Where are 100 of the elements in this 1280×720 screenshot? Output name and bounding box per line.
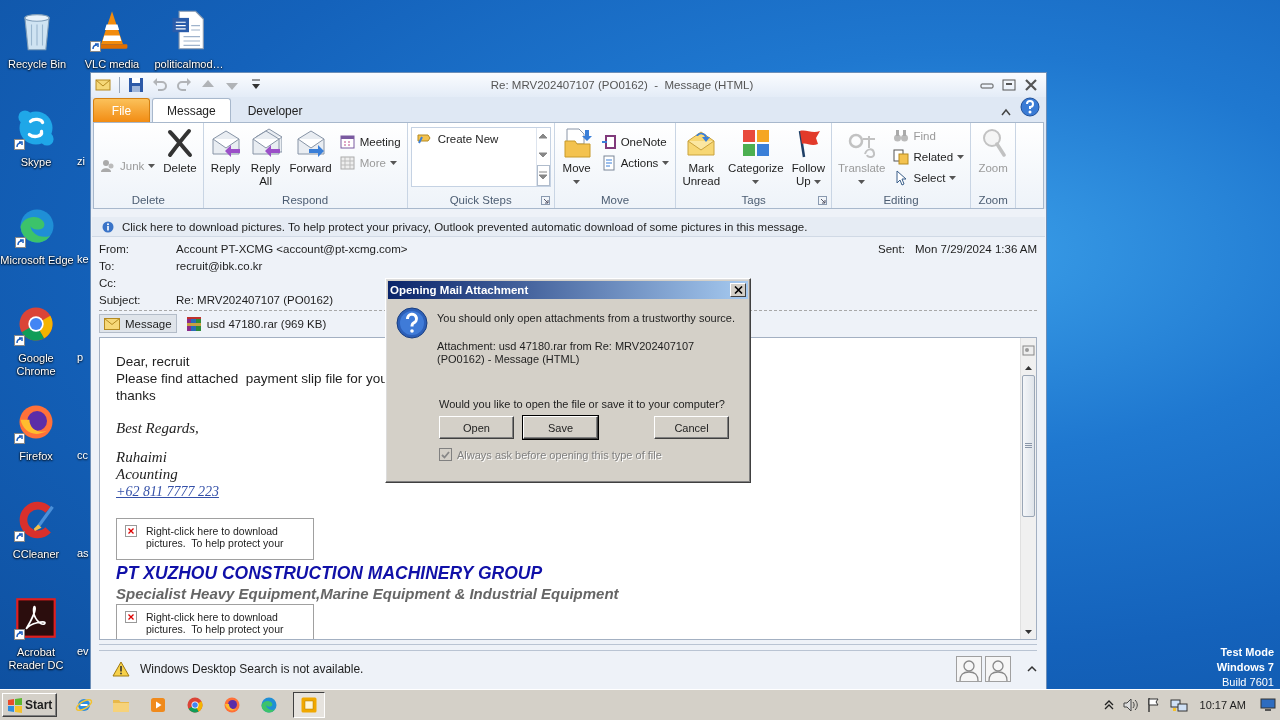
app-icon[interactable] [14,596,58,640]
icon-label[interactable]: Google Chrome [3,352,69,378]
ribbon-button[interactable]: Move [557,125,596,190]
scroll-down-icon [1025,630,1032,634]
group-label: Delete [131,194,165,206]
close-button[interactable] [730,283,746,297]
icon-label[interactable]: ke [77,253,89,266]
group-label: Move [600,194,630,206]
question-icon [396,307,428,339]
icon-label[interactable]: ev [77,645,89,658]
signature-text: Acounting [116,466,178,483]
window-title: Re: MRV202407107 (PO0162) - Message (HTML) [489,79,755,91]
ribbon-button[interactable]: Related [890,148,968,166]
icon-label[interactable]: politicalmod… [154,58,224,71]
reply-all-icon [249,127,282,159]
image-placeholder[interactable]: Right-click here to download pictures. To help protect your [116,604,314,639]
attachment-item[interactable]: usd 47180.rar (969 KB) [180,314,332,333]
notebook-icon [600,133,617,150]
dialog-message: You should only open attachments from a trustworthy source. [437,312,735,324]
ribbon-tab[interactable]: Message [152,98,231,122]
contact-photo[interactable] [956,656,982,682]
document-icon [600,154,617,171]
taskbar-button[interactable] [293,692,326,718]
field-label: To: [99,259,116,272]
field-label: Sent: [878,242,906,255]
checkbox-label: Always ask before opening this type of file [457,448,662,461]
start-button[interactable]: Start [2,693,58,717]
clock[interactable]: 10:17 AM [1199,699,1246,711]
dialog-question: Would you like to open the file or save it to your computer? [439,398,726,410]
icon-label[interactable]: as [77,547,89,560]
company-tagline: Specialist Heavy Equipment,Marine Equipment & Industrial Equipment [116,584,619,604]
icon-label[interactable]: Microsoft Edge [0,254,74,267]
icon-label[interactable]: cc [77,449,88,462]
network-icon[interactable] [1169,697,1188,713]
save-icon[interactable] [128,77,144,93]
ribbon-button[interactable]: Forward [286,125,335,177]
ribbon-button[interactable]: OneNote [597,132,673,151]
envelope-icon [104,317,120,330]
flag-icon[interactable] [1145,697,1162,713]
scroll-thumb[interactable] [1022,375,1035,517]
group-label: Zoom [978,194,1008,206]
archive-icon [185,315,202,332]
dialog-button[interactable]: Save [523,416,598,439]
ribbon-tab[interactable]: Developer [232,98,318,122]
help-icon[interactable] [1020,97,1040,117]
ribbon-button[interactable]: Mark Unread [679,125,724,190]
icon-label[interactable]: Acrobat Reader DC [3,646,69,672]
dialog-button[interactable]: Open [439,416,514,439]
group-label: Editing [883,194,919,206]
app-icon [299,695,320,715]
windows-logo-icon [7,697,23,713]
ribbon-button[interactable]: Categorize [725,125,787,190]
phone-link[interactable]: +62 811 7777 223 [116,484,219,499]
close-icon[interactable] [1024,79,1038,91]
collapse-icon[interactable] [1000,107,1012,117]
icon-label[interactable]: Firefox [19,450,53,463]
ribbon-button[interactable]: Follow Up [788,125,828,190]
contact-photo[interactable] [985,656,1011,682]
icon-label[interactable]: Recycle Bin [7,58,67,71]
icon-label[interactable]: VLC media [84,58,140,71]
binoculars-icon [893,128,910,144]
dialog-button[interactable]: Cancel [654,416,729,439]
field-value: recruit@ibk.co.kr [176,259,263,272]
broken-image-icon [125,611,137,623]
body-text: Dear, recruit [116,353,190,370]
gallery-item[interactable]: Create New [413,130,501,148]
grip-icon [1025,443,1032,449]
launcher-icon[interactable] [817,196,827,205]
icon-label[interactable]: CCleaner [12,548,60,561]
ribbon-button[interactable]: Reply [206,125,245,177]
icon-label[interactable]: Skype [20,156,52,169]
field-value: Mon 7/29/2024 1:36 AM [915,242,1037,255]
scroll-up-icon[interactable] [538,132,549,142]
expand-icon[interactable] [1027,665,1037,673]
dialog-title: Opening Mail Attachment [390,284,529,296]
chevron-up-icon[interactable] [1103,700,1114,710]
os-notice-text: Test Mode [1219,645,1274,660]
ribbon-button[interactable]: Reply All [246,125,285,190]
restore-icon[interactable] [1002,79,1016,91]
monitor-icon[interactable] [1260,698,1276,712]
body-text: thanks [116,387,156,404]
launcher-icon[interactable] [540,196,550,205]
ribbon-button[interactable]: Select [890,169,968,187]
group-label: Respond [282,194,329,206]
icon-label[interactable]: zi [77,155,85,168]
attachment-item[interactable]: Message [99,314,177,333]
field-label: Subject: [99,293,142,306]
company-name: PT XUZHOU CONSTRUCTION MACHINERY GROUP [116,562,543,584]
close-icon [733,286,743,294]
minimize-icon[interactable] [980,80,994,90]
group-label: Tags [741,194,766,206]
image-placeholder[interactable]: Right-click here to download pictures. To help protect your [116,518,314,560]
icon-label[interactable]: p [77,351,84,364]
ribbon-button[interactable]: Meeting [336,132,404,151]
person-icon [959,659,979,681]
scroll-up-icon [1025,366,1032,370]
ribbon-button[interactable]: Delete [160,125,200,177]
speaker-icon[interactable] [1121,697,1138,713]
warning-icon [112,661,130,677]
ribbon-button[interactable]: Actions [597,153,673,172]
